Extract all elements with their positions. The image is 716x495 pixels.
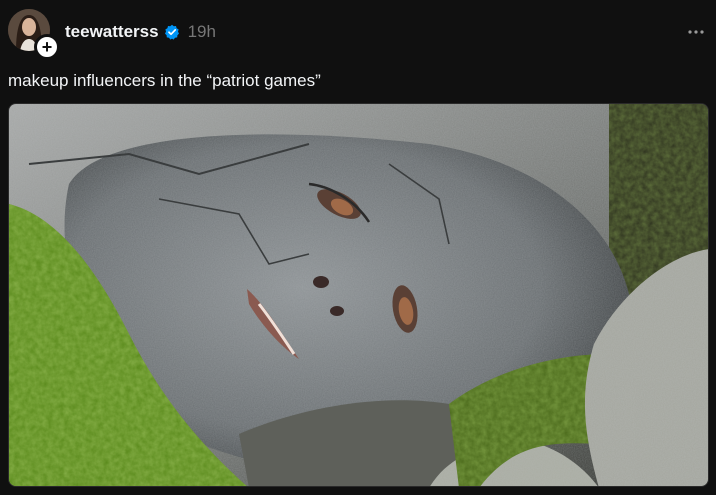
- plus-icon: +: [41, 37, 53, 57]
- verified-badge-icon: [164, 24, 180, 40]
- post-timestamp[interactable]: 19h: [188, 22, 216, 42]
- more-options-icon: [688, 30, 704, 34]
- more-options-button[interactable]: [686, 22, 706, 42]
- post-caption: makeup influencers in the “patriot games…: [8, 71, 321, 90]
- stone-face-photo: [9, 104, 708, 486]
- post-image[interactable]: [8, 103, 709, 487]
- follow-button[interactable]: +: [34, 34, 60, 60]
- avatar-container[interactable]: +: [8, 9, 60, 60]
- thread-post: + teewatterss 19h makeup influencers in …: [0, 0, 716, 495]
- post-header: teewatterss 19h: [65, 20, 216, 44]
- username-link[interactable]: teewatterss: [65, 22, 159, 42]
